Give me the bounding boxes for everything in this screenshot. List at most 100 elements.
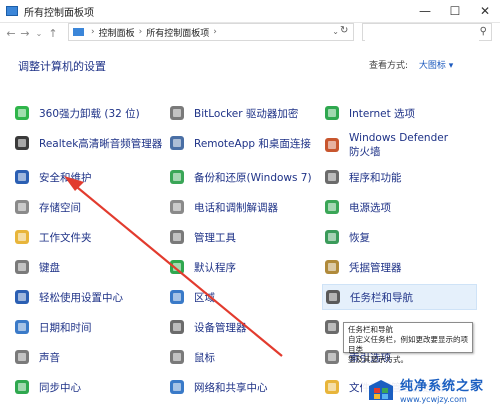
item-label: 日期和时间 bbox=[39, 321, 92, 334]
control-panel-item[interactable]: Windows Defender 防火墙 bbox=[322, 130, 477, 160]
item-label: 声音 bbox=[39, 351, 60, 364]
control-panel-item[interactable]: Internet 选项 bbox=[322, 100, 477, 126]
up-button[interactable]: ↑ bbox=[46, 24, 60, 42]
control-panel-item[interactable]: 区域 bbox=[167, 284, 317, 310]
folder-options-icon bbox=[322, 377, 342, 397]
breadcrumb-separator: › bbox=[138, 27, 143, 37]
recent-locations-button[interactable]: ⌄ bbox=[32, 24, 46, 42]
control-panel-item[interactable]: 管理工具 bbox=[167, 224, 317, 250]
control-panel-item[interactable]: 存储空间 bbox=[12, 194, 162, 220]
control-panel-item[interactable]: 电话和调制解调器 bbox=[167, 194, 317, 220]
control-panel-item[interactable]: RemoteApp 和桌面连接 bbox=[167, 130, 317, 156]
tooltip: 任务栏和导航 自定义任务栏，例如更改要显示的项目类 型及其显示方式。 bbox=[343, 322, 473, 364]
recovery-icon bbox=[322, 227, 342, 247]
control-panel-item[interactable]: BitLocker 驱动器加密 bbox=[167, 100, 317, 126]
item-label: BitLocker 驱动器加密 bbox=[194, 107, 299, 120]
breadcrumb-separator: › bbox=[91, 27, 95, 37]
control-panel-item[interactable]: 网络和共享中心 bbox=[167, 374, 317, 400]
control-panel-item[interactable]: 任务栏和导航 bbox=[322, 284, 477, 310]
control-panel-item[interactable]: 程序和功能 bbox=[322, 164, 477, 190]
control-panel-item[interactable]: 轻松使用设置中心 bbox=[12, 284, 162, 310]
item-label: 恢复 bbox=[349, 231, 370, 244]
search-box[interactable]: ⚲ bbox=[362, 23, 492, 41]
programs-icon bbox=[322, 167, 342, 187]
breadcrumb-separator: › bbox=[213, 27, 217, 37]
breadcrumb-all-items[interactable]: 所有控制面板项 bbox=[146, 26, 209, 39]
watermark-logo bbox=[369, 379, 393, 400]
admin-tools-icon bbox=[167, 227, 187, 247]
sound-icon bbox=[12, 347, 32, 367]
control-panel-item[interactable]: 备份和还原(Windows 7) bbox=[167, 164, 317, 190]
credential-icon bbox=[322, 257, 342, 277]
control-panel-item[interactable]: 恢复 bbox=[322, 224, 477, 250]
breadcrumb-control-panel[interactable]: 控制面板 bbox=[99, 26, 135, 39]
item-label: 默认程序 bbox=[194, 261, 236, 274]
page-title: 调整计算机的设置 bbox=[18, 60, 106, 73]
item-label: 设备管理器 bbox=[194, 321, 247, 334]
item-label: 安全和维护 bbox=[39, 171, 92, 184]
storage-icon bbox=[12, 197, 32, 217]
item-label: 电源选项 bbox=[349, 201, 391, 214]
control-panel-icon bbox=[6, 6, 18, 16]
watermark-title: 纯净系统之家 bbox=[400, 379, 485, 394]
control-panel-item[interactable]: 鼠标 bbox=[167, 344, 317, 370]
printer-icon bbox=[322, 317, 342, 337]
date-time-icon bbox=[12, 317, 32, 337]
device-manager-icon bbox=[167, 317, 187, 337]
maximize-button[interactable]: ☐ bbox=[440, 0, 470, 22]
backup-icon bbox=[167, 167, 187, 187]
realtek-audio-icon bbox=[12, 133, 32, 153]
control-panel-item[interactable]: 工作文件夹 bbox=[12, 224, 162, 250]
uninstall-icon bbox=[12, 103, 32, 123]
ease-of-access-icon bbox=[12, 287, 32, 307]
indexing-icon bbox=[322, 347, 342, 367]
item-label: 任务栏和导航 bbox=[350, 291, 413, 304]
address-field[interactable]: › 控制面板 › 所有控制面板项 › ⌄ bbox=[68, 23, 354, 41]
control-panel-item[interactable]: 日期和时间 bbox=[12, 314, 162, 340]
item-label: 电话和调制解调器 bbox=[194, 201, 278, 214]
control-panel-item[interactable]: 360强力卸载 (32 位) bbox=[12, 100, 162, 126]
item-label: 工作文件夹 bbox=[39, 231, 92, 244]
power-icon bbox=[322, 197, 342, 217]
watermark: 纯净系统之家 www.ycwjzy.com bbox=[362, 368, 500, 411]
bitlocker-icon bbox=[167, 103, 187, 123]
item-label: 区域 bbox=[194, 291, 215, 304]
item-label: Realtek高清晰音频管理器 bbox=[39, 137, 163, 150]
tooltip-title: 任务栏和导航 bbox=[348, 325, 393, 334]
control-panel-item[interactable]: 安全和维护 bbox=[12, 164, 162, 190]
taskbar-icon bbox=[323, 287, 343, 307]
work-folder-icon bbox=[12, 227, 32, 247]
control-panel-item[interactable]: 声音 bbox=[12, 344, 162, 370]
control-panel-item[interactable]: 凭据管理器 bbox=[322, 254, 477, 280]
region-icon bbox=[167, 287, 187, 307]
phone-modem-icon bbox=[167, 197, 187, 217]
search-input[interactable] bbox=[365, 25, 479, 41]
tooltip-line: 型及其显示方式。 bbox=[348, 355, 408, 364]
remoteapp-icon bbox=[167, 133, 187, 153]
back-button[interactable]: ← bbox=[4, 24, 18, 42]
forward-button[interactable]: → bbox=[18, 24, 32, 42]
search-icon[interactable]: ⚲ bbox=[480, 26, 487, 37]
item-label: 键盘 bbox=[39, 261, 60, 274]
minimize-button[interactable]: — bbox=[410, 0, 440, 22]
control-panel-item[interactable]: 电源选项 bbox=[322, 194, 477, 220]
control-panel-item[interactable]: Realtek高清晰音频管理器 bbox=[12, 130, 162, 156]
control-panel-item[interactable]: 默认程序 bbox=[167, 254, 317, 280]
item-label: 备份和还原(Windows 7) bbox=[194, 171, 312, 184]
keyboard-icon bbox=[12, 257, 32, 277]
tooltip-line: 自定义任务栏，例如更改要显示的项目类 bbox=[348, 335, 468, 354]
control-panel-item[interactable]: 键盘 bbox=[12, 254, 162, 280]
item-label: 360强力卸载 (32 位) bbox=[39, 107, 140, 120]
security-flag-icon bbox=[12, 167, 32, 187]
view-by-label: 查看方式: bbox=[369, 61, 409, 71]
close-button[interactable]: ✕ bbox=[470, 0, 500, 22]
refresh-button[interactable]: ↻ bbox=[340, 25, 348, 36]
address-dropdown-button[interactable]: ⌄ bbox=[332, 27, 339, 36]
view-by-dropdown[interactable]: 大图标 ▾ bbox=[419, 61, 453, 71]
watermark-url: www.ycwjzy.com bbox=[400, 395, 467, 404]
control-panel-item[interactable]: 同步中心 bbox=[12, 374, 162, 400]
control-panel-item[interactable]: 设备管理器 bbox=[167, 314, 317, 340]
view-by: 查看方式: 大图标 ▾ bbox=[369, 58, 453, 71]
item-label: 凭据管理器 bbox=[349, 261, 402, 274]
item-label: RemoteApp 和桌面连接 bbox=[194, 137, 311, 150]
